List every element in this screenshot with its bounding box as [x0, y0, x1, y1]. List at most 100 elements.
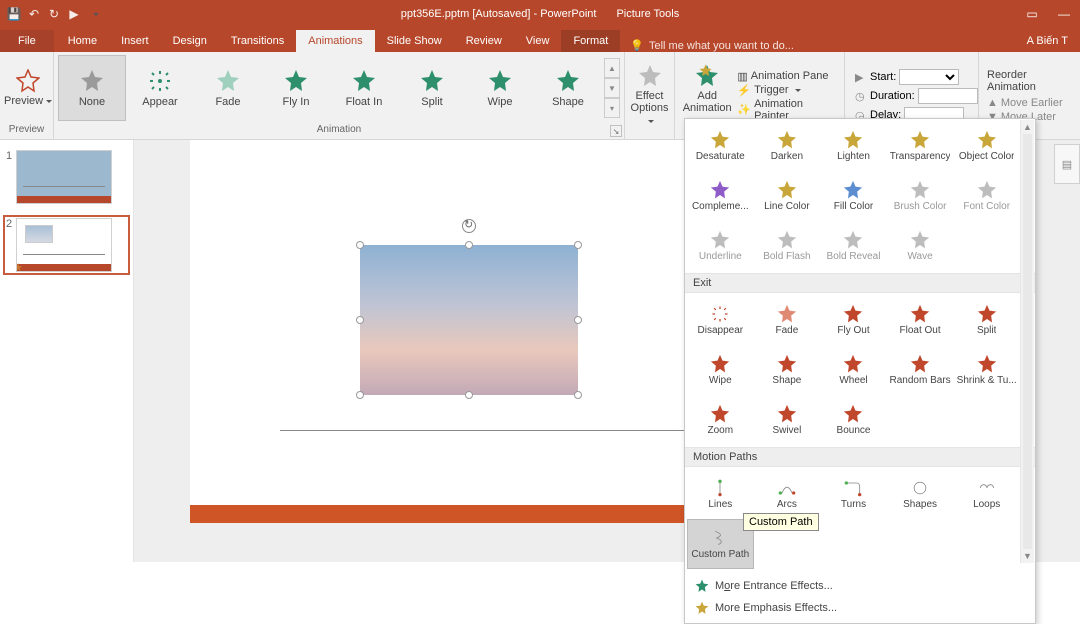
move-earlier-button[interactable]: ▲Move Earlier — [987, 97, 1071, 109]
motion-turns[interactable]: Turns — [820, 469, 887, 519]
motion-arcs[interactable]: Arcs — [754, 469, 821, 519]
emphasis-brushcolor: Brush Color — [887, 171, 954, 221]
exit-wheel[interactable]: Wheel — [820, 345, 887, 395]
tab-format[interactable]: Format — [561, 30, 620, 52]
emphasis-desaturate[interactable]: Desaturate — [687, 121, 754, 171]
animation-split-label: Split — [421, 96, 442, 108]
gallery-more-icon[interactable]: ▾ — [604, 98, 620, 118]
burst-icon — [710, 304, 730, 324]
slide-thumbnail-1[interactable]: 1 — [6, 150, 127, 204]
exit-fade[interactable]: Fade — [754, 295, 821, 345]
side-panel-toggle[interactable]: ▤ — [1054, 144, 1080, 184]
motion-shapes[interactable]: Shapes — [887, 469, 954, 519]
animation-fade[interactable]: Fade — [194, 55, 262, 121]
title-bar: 💾 ↶ ↻ ▶ ppt356E.pptm [Autosaved] - Power… — [0, 0, 1080, 28]
exit-shape[interactable]: Shape — [754, 345, 821, 395]
tab-transitions[interactable]: Transitions — [219, 30, 296, 52]
animation-floatin[interactable]: Float In — [330, 55, 398, 121]
animation-split[interactable]: Split — [398, 55, 466, 121]
star-icon — [284, 69, 308, 93]
section-motion-header: Motion Paths — [685, 447, 1035, 467]
emphasis-complementary[interactable]: Compleme... — [687, 171, 754, 221]
exit-wipe[interactable]: Wipe — [687, 345, 754, 395]
emphasis-darken[interactable]: Darken — [754, 121, 821, 171]
up-arrow-icon: ▲ — [987, 97, 998, 109]
more-entrance-effects[interactable]: More Entrance Effects... — [693, 575, 1027, 597]
resize-handle[interactable] — [356, 316, 364, 324]
tab-file[interactable]: File — [0, 30, 54, 52]
exit-randombars[interactable]: Random Bars — [887, 345, 954, 395]
scroll-down-arrow-icon[interactable]: ▼ — [1021, 549, 1034, 563]
tab-view[interactable]: View — [514, 30, 562, 52]
slide-thumbnail-2[interactable]: 2 ★ — [6, 218, 127, 272]
undo-icon[interactable]: ↶ — [26, 6, 42, 22]
tab-insert[interactable]: Insert — [109, 30, 161, 52]
tab-home[interactable]: Home — [56, 30, 109, 52]
gallery-scroll-up-icon[interactable]: ▲ — [604, 58, 620, 78]
star-icon — [710, 180, 730, 200]
resize-handle[interactable] — [574, 316, 582, 324]
animation-none[interactable]: None — [58, 55, 126, 121]
qat-customize-icon[interactable] — [86, 6, 102, 22]
exit-flyout[interactable]: Fly Out — [820, 295, 887, 345]
exit-split[interactable]: Split — [953, 295, 1020, 345]
redo-icon[interactable]: ↻ — [46, 6, 62, 22]
group-animation-label: Animation — [58, 122, 620, 137]
start-from-beginning-icon[interactable]: ▶ — [66, 6, 82, 22]
save-icon[interactable]: 💾 — [6, 6, 22, 22]
tab-animations[interactable]: Animations — [296, 30, 374, 52]
resize-handle[interactable] — [465, 241, 473, 249]
star-icon — [352, 69, 376, 93]
ribbon-display-options-icon[interactable]: ▭ — [1016, 0, 1048, 28]
account-name[interactable]: A Biến T — [1021, 30, 1074, 52]
motion-loops[interactable]: Loops — [953, 469, 1020, 519]
emphasis-lighten[interactable]: Lighten — [820, 121, 887, 171]
selected-picture[interactable] — [360, 245, 578, 395]
exit-disappear[interactable]: Disappear — [687, 295, 754, 345]
scroll-track[interactable] — [1023, 134, 1032, 549]
emphasis-objectcolor[interactable]: Object Color — [953, 121, 1020, 171]
preview-button[interactable]: Preview — [4, 55, 52, 121]
exit-swivel[interactable]: Swivel — [754, 395, 821, 445]
placeholder-rule — [280, 430, 724, 431]
emphasis-transparency[interactable]: Transparency — [887, 121, 954, 171]
minimize-icon[interactable]: — — [1048, 0, 1080, 28]
tab-design[interactable]: Design — [161, 30, 219, 52]
resize-handle[interactable] — [356, 241, 364, 249]
gallery-scroll-down-icon[interactable]: ▼ — [604, 78, 620, 98]
emphasis-linecolor[interactable]: Line Color — [754, 171, 821, 221]
effect-options-button[interactable]: Effect Options — [629, 63, 670, 129]
tell-me[interactable]: 💡 Tell me what you want to do... — [630, 39, 794, 52]
exit-floatout[interactable]: Float Out — [887, 295, 954, 345]
animation-wipe[interactable]: Wipe — [466, 55, 534, 121]
animation-flyin-label: Fly In — [283, 96, 310, 108]
scroll-up-arrow-icon[interactable]: ▲ — [1021, 120, 1034, 134]
slide-1-preview — [16, 150, 112, 204]
animation-dialog-launcher[interactable]: ↘ — [610, 125, 622, 137]
timing-duration-input[interactable] — [918, 88, 978, 104]
more-emphasis-effects[interactable]: More Emphasis Effects... — [693, 597, 1027, 619]
slide-canvas[interactable] — [190, 140, 744, 520]
exit-bounce[interactable]: Bounce — [820, 395, 887, 445]
animation-shape[interactable]: Shape — [534, 55, 602, 121]
resize-handle[interactable] — [356, 391, 364, 399]
animation-pane-button[interactable]: ▥Animation Pane — [737, 70, 838, 83]
timing-start-select[interactable] — [899, 69, 959, 85]
loop-path-icon — [977, 478, 997, 498]
resize-handle[interactable] — [574, 391, 582, 399]
exit-zoom[interactable]: Zoom — [687, 395, 754, 445]
tab-review[interactable]: Review — [454, 30, 514, 52]
resize-handle[interactable] — [465, 391, 473, 399]
tab-slideshow[interactable]: Slide Show — [375, 30, 454, 52]
rotate-handle-icon[interactable] — [462, 219, 476, 233]
animation-flyin[interactable]: Fly In — [262, 55, 330, 121]
animation-appear[interactable]: Appear — [126, 55, 194, 121]
motion-lines[interactable]: Lines — [687, 469, 754, 519]
trigger-button[interactable]: ⚡Trigger — [737, 84, 838, 97]
section-exit-header: Exit — [685, 273, 1035, 293]
exit-shrinkturn[interactable]: Shrink & Tu... — [953, 345, 1020, 395]
emphasis-fillcolor[interactable]: Fill Color — [820, 171, 887, 221]
star-icon — [80, 69, 104, 93]
dropdown-scrollbar[interactable]: ▲ ▼ — [1020, 120, 1034, 563]
resize-handle[interactable] — [574, 241, 582, 249]
